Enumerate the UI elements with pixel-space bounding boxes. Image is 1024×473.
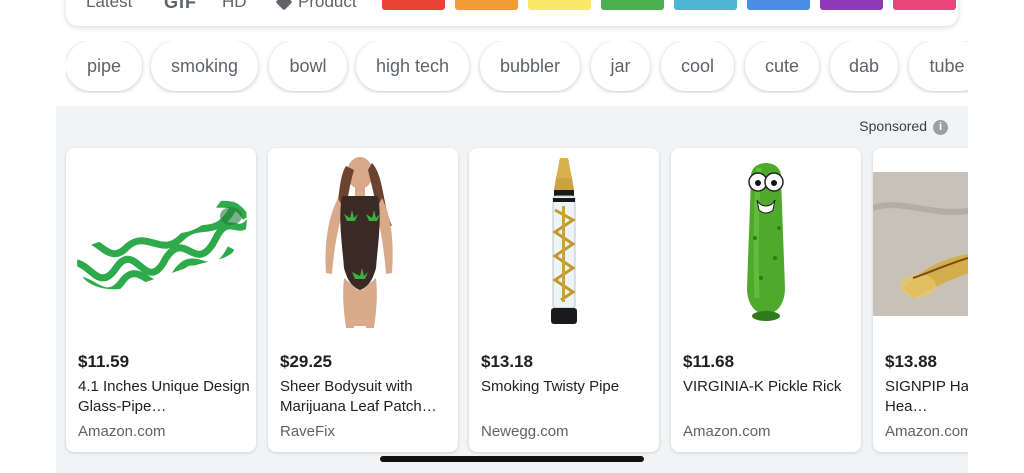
filter-product[interactable]: Product: [275, 0, 357, 12]
chip[interactable]: pipe: [66, 41, 142, 91]
product-title: Sheer Bodysuit with Marijuana Leaf Patch…: [280, 378, 437, 415]
color-swatch[interactable]: [528, 0, 591, 10]
info-icon[interactable]: i: [933, 120, 948, 135]
product-price: $11.59: [78, 352, 130, 371]
chip[interactable]: smoking: [151, 41, 258, 91]
chip[interactable]: high tech: [356, 41, 469, 91]
product-card[interactable]: $11.59 4.1 Inches Unique Design Glass-Pi…: [66, 148, 256, 452]
color-swatch[interactable]: [674, 0, 737, 10]
chip[interactable]: bowl: [269, 41, 347, 91]
product-card[interactable]: $11.68 VIRGINIA-K Pickle Rick Amazon.com: [671, 148, 861, 452]
chip[interactable]: jar: [591, 41, 650, 91]
product-price: $29.25: [280, 352, 332, 371]
suggestion-chips: pipe smoking bowl high tech bubbler jar …: [66, 41, 968, 93]
bodysuit-model-image: [325, 157, 393, 328]
filter-gif[interactable]: GIF: [164, 0, 197, 13]
color-swatch[interactable]: [455, 0, 518, 10]
shopping-carousel: Sponsored i $11.59 4.1 Inches Unique Desi…: [56, 106, 968, 473]
product-seller: Amazon.com: [683, 423, 771, 440]
product-seller: Amazon.com: [885, 423, 968, 440]
chip[interactable]: bubbler: [480, 41, 580, 91]
color-swatch[interactable]: [382, 0, 445, 10]
color-swatch[interactable]: [820, 0, 883, 10]
product-price: $13.18: [481, 352, 533, 371]
pickle-rick-pipe-image: [747, 163, 785, 321]
chip[interactable]: cool: [661, 41, 734, 91]
product-card[interactable]: $13.18 Smoking Twisty Pipe Newegg.com: [469, 148, 659, 452]
chip[interactable]: cute: [745, 41, 819, 91]
chip[interactable]: tube: [909, 41, 968, 91]
filter-bar: Latest GIF HD Product: [66, 0, 958, 26]
product-card[interactable]: $29.25 Sheer Bodysuit with Marijuana Lea…: [268, 148, 458, 452]
sponsored-label: Sponsored i: [859, 118, 948, 135]
signpip-pipe-image: [873, 172, 968, 316]
product-seller: RaveFix: [280, 423, 336, 440]
sponsored-text: Sponsored: [859, 118, 927, 134]
product-title: VIRGINIA-K Pickle Rick: [683, 378, 842, 395]
color-swatch[interactable]: [747, 0, 810, 10]
twisty-pipe-image: [551, 158, 577, 324]
chip[interactable]: dab: [830, 41, 898, 91]
product-title: SIGNPIP Ha… 4.2 Inch Hea…: [885, 378, 968, 415]
filter-product-label: Product: [298, 0, 357, 11]
filter-latest[interactable]: Latest: [86, 0, 132, 12]
product-card[interactable]: $13.88 SIGNPIP Ha… 4.2 Inch Hea… Amazon.…: [873, 148, 968, 452]
green-swirl-pipe-image: [77, 194, 247, 290]
color-swatch[interactable]: [601, 0, 664, 10]
color-swatch[interactable]: [893, 0, 956, 10]
product-price: $11.68: [683, 352, 735, 371]
product-seller: Amazon.com: [78, 423, 166, 440]
home-indicator[interactable]: [380, 456, 644, 462]
tag-icon: [275, 0, 293, 11]
filter-hd[interactable]: HD: [222, 0, 247, 12]
product-title: Smoking Twisty Pipe: [481, 378, 620, 395]
product-price: $13.88: [885, 352, 937, 371]
product-title: 4.1 Inches Unique Design Glass-Pipe…: [78, 378, 250, 415]
product-seller: Newegg.com: [481, 423, 569, 440]
